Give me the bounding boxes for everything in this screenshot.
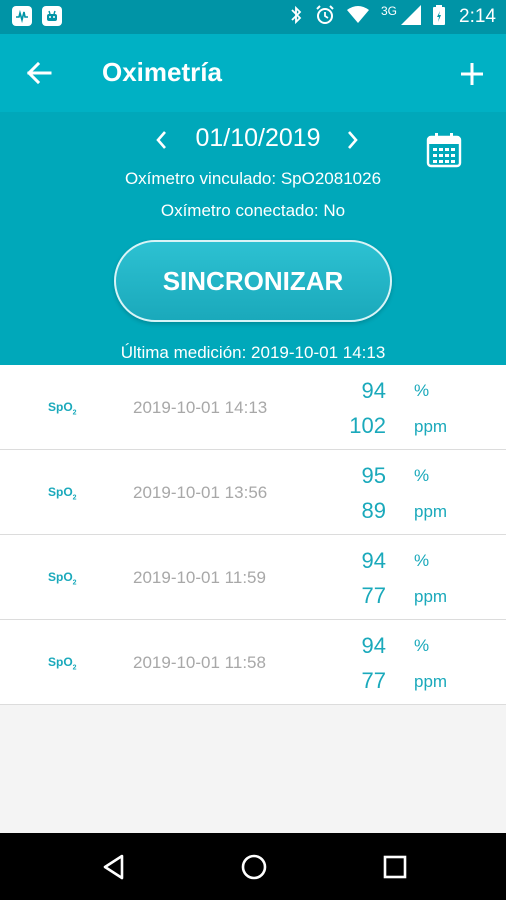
measurement-datetime: 2019-10-01 13:56 xyxy=(133,483,268,502)
date-selector: 01/10/2019 xyxy=(0,122,506,168)
spo2-value: 94 xyxy=(361,633,386,658)
page-title: Oximetría xyxy=(102,57,222,87)
spo2-value: 94 xyxy=(361,378,386,403)
pulse-unit: ppm xyxy=(414,672,448,691)
nav-home-icon[interactable] xyxy=(240,853,268,881)
spo2-label: SpO2 xyxy=(48,570,77,587)
spo2-unit: % xyxy=(414,381,430,400)
pulse-value: 77 xyxy=(361,668,386,693)
pulse-value: 77 xyxy=(361,583,386,608)
arrow-left-icon[interactable] xyxy=(24,58,54,88)
network-type: 3G xyxy=(381,4,398,18)
signal-icon xyxy=(401,4,422,30)
spo2-value: 95 xyxy=(361,463,386,488)
calendar-icon[interactable] xyxy=(426,132,462,168)
app-toolbar: Oximetría xyxy=(0,34,506,112)
sync-button[interactable]: SINCRONIZAR xyxy=(114,240,392,322)
spo2-unit: % xyxy=(414,551,430,570)
activity-app-icon xyxy=(12,6,32,26)
spo2-unit: % xyxy=(414,636,430,655)
measurement-datetime: 2019-10-01 14:13 xyxy=(133,398,268,417)
list-item[interactable]: SpO2 2019-10-01 11:59 94 % 77 ppm xyxy=(0,535,506,620)
battery-icon xyxy=(433,4,446,30)
chevron-left-icon[interactable] xyxy=(152,128,172,152)
nav-recents-icon[interactable] xyxy=(381,853,409,881)
linked-oximeter: Oxímetro vinculado: SpO2081026 xyxy=(124,169,382,188)
wifi-icon xyxy=(347,5,369,29)
spo2-unit: % xyxy=(414,466,430,485)
connection-status: Oxímetro conectado: No xyxy=(160,201,346,220)
clock: 2:14 xyxy=(459,6,496,27)
bluetooth-icon xyxy=(289,5,303,30)
pulse-unit: ppm xyxy=(414,417,448,436)
status-bar: 3G 2:14 xyxy=(0,0,506,34)
oximeter-header: 01/10/2019 Oxímetro vinculado: SpO208102… xyxy=(0,112,506,365)
chevron-right-icon[interactable] xyxy=(342,128,362,152)
measurement-list: SpO2 2019-10-01 14:13 94 % 102 ppm SpO2 … xyxy=(0,365,506,705)
list-item[interactable]: SpO2 2019-10-01 14:13 94 % 102 ppm xyxy=(0,365,506,450)
pulse-unit: ppm xyxy=(414,502,448,521)
system-nav-bar xyxy=(0,833,506,900)
last-measurement: Última medición: 2019-10-01 14:13 xyxy=(120,343,386,362)
measurement-datetime: 2019-10-01 11:58 xyxy=(133,653,266,672)
selected-date: 01/10/2019 xyxy=(195,124,321,152)
android-app-icon xyxy=(42,6,62,26)
pulse-value: 89 xyxy=(361,498,386,523)
pulse-unit: ppm xyxy=(414,587,448,606)
spo2-value: 94 xyxy=(361,548,386,573)
nav-back-icon[interactable] xyxy=(100,853,128,881)
alarm-icon xyxy=(315,4,335,30)
pulse-value: 102 xyxy=(349,413,386,438)
spo2-label: SpO2 xyxy=(48,400,77,417)
list-item[interactable]: SpO2 2019-10-01 11:58 94 % 77 ppm xyxy=(0,620,506,705)
measurement-datetime: 2019-10-01 11:59 xyxy=(133,568,266,587)
plus-icon[interactable] xyxy=(458,60,486,88)
list-item[interactable]: SpO2 2019-10-01 13:56 95 % 89 ppm xyxy=(0,450,506,535)
spo2-label: SpO2 xyxy=(48,485,77,502)
spo2-label: SpO2 xyxy=(48,655,77,672)
